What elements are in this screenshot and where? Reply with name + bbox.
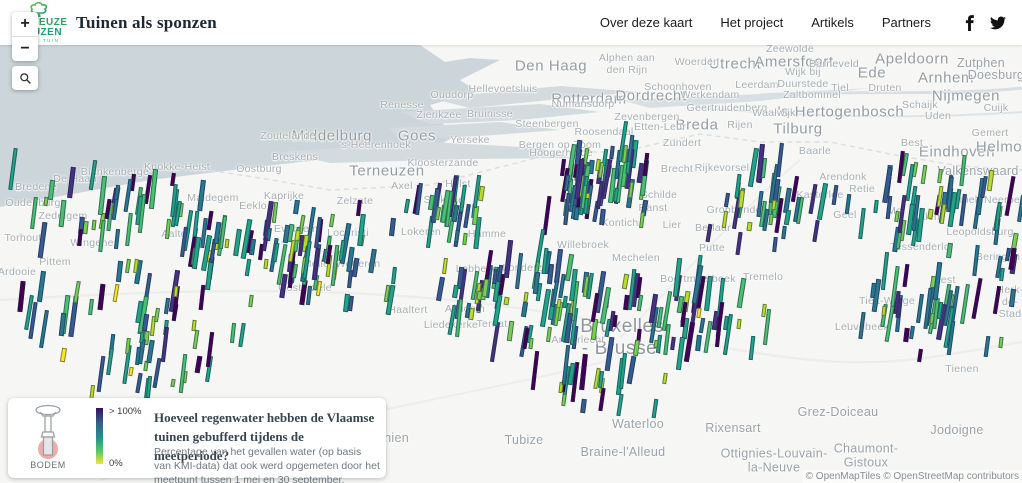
page-title: Tuinen als sponzen	[76, 13, 217, 33]
nav-link-het-project[interactable]: Het project	[720, 15, 783, 30]
zoom-control: + −	[12, 12, 38, 61]
river-line	[700, 108, 1022, 116]
search-button[interactable]	[12, 66, 38, 90]
data-bar[interactable]	[263, 259, 268, 269]
header-bar: CURIEUZE NEUZEN IN DE TUIN Tuinen als sp…	[0, 0, 1022, 45]
nav-link-over-deze-kaart[interactable]: Over deze kaart	[600, 15, 693, 30]
zoom-in-button[interactable]: +	[12, 12, 38, 36]
legend-panel: BODEM > 100% 0% Hoeveel regenwater hebbe…	[8, 398, 386, 478]
river-line	[760, 88, 1022, 95]
social-links	[965, 15, 1006, 31]
zoom-out-button[interactable]: −	[12, 36, 38, 61]
data-bar[interactable]	[224, 239, 229, 249]
legend-description: Percentage van het gevallen water (op ba…	[154, 445, 380, 483]
app-window: Den HaagRotterdamUtrechtDordrechtBredaTi…	[0, 0, 1022, 483]
river-shape	[620, 88, 870, 108]
legend-max-label: > 100%	[109, 406, 142, 417]
main-nav: Over deze kaart Het project Artikels Par…	[600, 15, 1006, 31]
facebook-icon[interactable]	[965, 15, 974, 31]
data-bar[interactable]	[528, 338, 533, 349]
data-bar[interactable]	[746, 222, 752, 231]
legend-min-label: 0%	[109, 458, 123, 469]
sensor-label: BODEM	[26, 460, 70, 470]
map-attribution[interactable]: © OpenMapTiles © OpenStreetMap contribut…	[803, 470, 1022, 483]
nav-link-artikels[interactable]: Artikels	[811, 15, 854, 30]
data-bar[interactable]	[476, 291, 482, 301]
magnifier-icon	[19, 72, 32, 85]
twitter-icon[interactable]	[990, 16, 1006, 30]
soil-sensor-icon	[26, 404, 70, 460]
legend-gradient	[96, 408, 103, 464]
sea-shape	[0, 45, 500, 207]
nav-link-partners[interactable]: Partners	[882, 15, 931, 30]
